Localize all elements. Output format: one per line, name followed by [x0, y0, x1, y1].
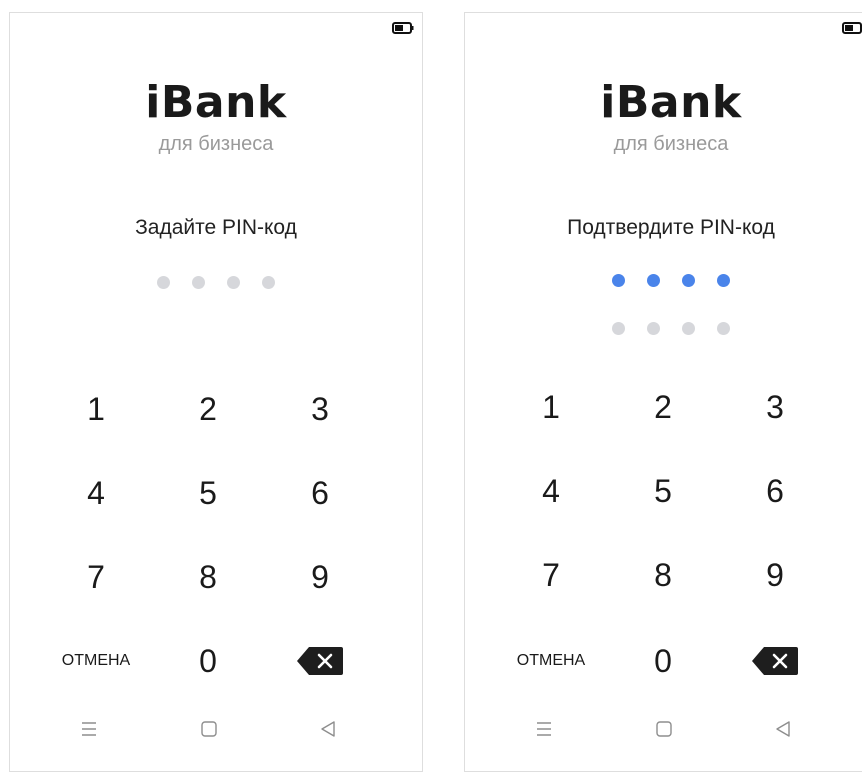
- pin-indicator-entered: [465, 274, 862, 287]
- home-square-icon[interactable]: [652, 717, 676, 741]
- pin-dot-filled: [717, 274, 730, 287]
- app-logo: iBank: [10, 81, 422, 125]
- back-triangle-icon[interactable]: [771, 717, 795, 741]
- home-square-icon[interactable]: [197, 717, 221, 741]
- key-8[interactable]: 8: [158, 547, 258, 607]
- key-8[interactable]: 8: [613, 545, 713, 605]
- key-9[interactable]: 9: [725, 545, 825, 605]
- pin-indicator: [10, 276, 422, 289]
- pin-dot: [157, 276, 170, 289]
- app-tagline: для бизнеса: [465, 133, 862, 156]
- menu-icon[interactable]: [77, 717, 101, 741]
- cancel-button[interactable]: ОТМЕНА: [501, 631, 601, 691]
- key-4[interactable]: 4: [501, 461, 601, 521]
- key-7[interactable]: 7: [501, 545, 601, 605]
- pin-dot: [262, 276, 275, 289]
- key-0[interactable]: 0: [158, 631, 258, 691]
- key-2[interactable]: 2: [613, 377, 713, 437]
- pin-prompt: Задайте PIN-код: [10, 216, 422, 240]
- key-6[interactable]: 6: [725, 461, 825, 521]
- battery-icon: [392, 22, 414, 34]
- pin-dot: [717, 322, 730, 335]
- app-tagline: для бизнеса: [10, 133, 422, 156]
- key-1[interactable]: 1: [501, 377, 601, 437]
- pin-dot-filled: [612, 274, 625, 287]
- key-7[interactable]: 7: [46, 547, 146, 607]
- pin-confirm-screen: iBank для бизнеса Подтвердите PIN-код 1 …: [464, 12, 862, 772]
- pin-dot: [192, 276, 205, 289]
- cancel-button[interactable]: ОТМЕНА: [46, 631, 146, 691]
- menu-icon[interactable]: [532, 717, 556, 741]
- key-4[interactable]: 4: [46, 463, 146, 523]
- backspace-icon: [752, 647, 798, 675]
- pin-setup-screen: iBank для бизнеса Задайте PIN-код 1 2 3 …: [9, 12, 423, 772]
- pin-dot-filled: [647, 274, 660, 287]
- pin-prompt: Подтвердите PIN-код: [465, 216, 862, 240]
- key-9[interactable]: 9: [270, 547, 370, 607]
- key-5[interactable]: 5: [613, 461, 713, 521]
- pin-dot: [227, 276, 240, 289]
- battery-icon: [842, 22, 862, 34]
- pin-dot: [612, 322, 625, 335]
- key-3[interactable]: 3: [725, 377, 825, 437]
- pin-dot: [682, 322, 695, 335]
- backspace-button[interactable]: [270, 631, 370, 691]
- key-1[interactable]: 1: [46, 379, 146, 439]
- key-5[interactable]: 5: [158, 463, 258, 523]
- pin-dot-filled: [682, 274, 695, 287]
- key-0[interactable]: 0: [613, 631, 713, 691]
- app-logo: iBank: [465, 81, 862, 125]
- pin-indicator-confirm: [465, 322, 862, 335]
- backspace-button[interactable]: [725, 631, 825, 691]
- key-6[interactable]: 6: [270, 463, 370, 523]
- pin-dot: [647, 322, 660, 335]
- back-triangle-icon[interactable]: [316, 717, 340, 741]
- key-2[interactable]: 2: [158, 379, 258, 439]
- backspace-icon: [297, 647, 343, 675]
- key-3[interactable]: 3: [270, 379, 370, 439]
